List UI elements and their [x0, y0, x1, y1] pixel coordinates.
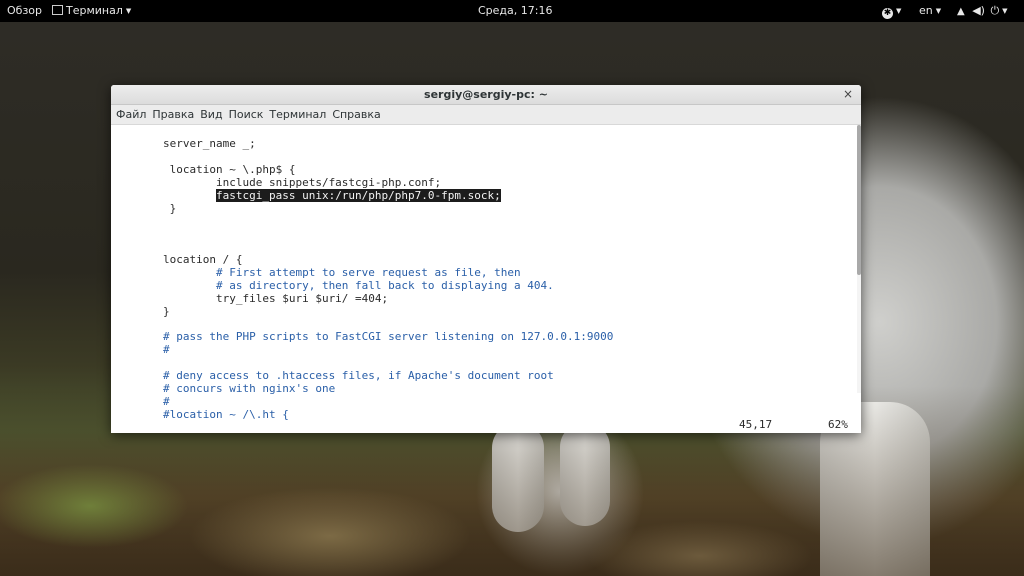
accessibility-icon: ✱: [882, 8, 893, 19]
code-line: }: [163, 305, 170, 318]
chevron-down-icon: ▼: [935, 7, 942, 15]
top-bar: Обзор Терминал ▼ Среда, 17:16 ✱ ▼ en ▼ ▲ ◀)…: [0, 0, 1024, 22]
code-line: try_files $uri $uri/ =404;: [163, 292, 389, 305]
menu-file[interactable]: Файл: [113, 108, 149, 121]
scrollbar[interactable]: [857, 125, 861, 393]
chevron-down-icon: ▼: [896, 7, 902, 15]
code-comment-line: #: [163, 343, 170, 356]
language-label: en: [919, 4, 933, 17]
menu-view[interactable]: Вид: [197, 108, 225, 121]
network-icon: ▲: [957, 6, 965, 17]
system-menu[interactable]: ▲ ◀) ⏻ ▼: [957, 0, 1008, 23]
code-comment-line: #: [163, 395, 170, 408]
power-icon: ⏻: [990, 4, 1000, 17]
selected-text: fastcgi_pass unix:/run/php/php7.0-fpm.so…: [215, 189, 501, 202]
terminal-app-icon: [52, 5, 63, 15]
menu-terminal[interactable]: Терминал: [266, 108, 329, 121]
menu-bar: Файл Правка Вид Поиск Терминал Справка: [111, 105, 861, 125]
menu-edit[interactable]: Правка: [149, 108, 197, 121]
code-comment-line: # deny access to .htaccess files, if Apa…: [163, 369, 554, 382]
window-title: sergiy@sergiy-pc: ~: [424, 88, 548, 101]
terminal-content[interactable]: server_name _; location ~ \.php$ { inclu…: [111, 125, 857, 433]
code-line: location / {: [163, 253, 243, 266]
window-titlebar[interactable]: sergiy@sergiy-pc: ~ ×: [111, 85, 861, 105]
scrollbar-thumb[interactable]: [857, 125, 861, 275]
code-comment-line: # concurs with nginx's one: [163, 382, 336, 395]
volume-icon: ◀): [972, 4, 985, 17]
activities-button[interactable]: Обзор: [7, 0, 42, 22]
terminal-window: sergiy@sergiy-pc: ~ × Файл Правка Вид Поиск…: [111, 85, 861, 433]
menu-help[interactable]: Справка: [329, 108, 383, 121]
scroll-percent: 62%: [828, 418, 848, 431]
code-comment-line: # pass the PHP scripts to FastCGI server…: [163, 330, 614, 343]
code-comment-line: # as directory, then fall back to displa…: [163, 279, 554, 292]
code-line: location ~ \.php$ {: [163, 163, 296, 176]
app-menu-label: Терминал: [66, 4, 123, 17]
chevron-down-icon: ▼: [125, 7, 132, 15]
code-line: server_name _;: [163, 137, 256, 150]
code-line: }: [163, 202, 177, 215]
code-line-selected: fastcgi_pass unix:/run/php/php7.0-fpm.so…: [163, 189, 501, 202]
accessibility-menu[interactable]: ✱ ▼: [882, 0, 901, 22]
code-line: include snippets/fastcgi-php.conf;: [163, 176, 442, 189]
menu-search[interactable]: Поиск: [226, 108, 267, 121]
code-comment-line: #location ~ /\.ht {: [163, 408, 289, 421]
cursor-position: 45,17: [739, 418, 773, 431]
close-icon[interactable]: ×: [841, 85, 855, 104]
clock[interactable]: Среда, 17:16: [478, 0, 552, 22]
language-menu[interactable]: en ▼: [919, 0, 941, 22]
app-menu[interactable]: Терминал ▼: [52, 0, 131, 22]
chevron-down-icon: ▼: [1002, 7, 1008, 15]
code-comment-line: # First attempt to serve request as file…: [163, 266, 521, 279]
